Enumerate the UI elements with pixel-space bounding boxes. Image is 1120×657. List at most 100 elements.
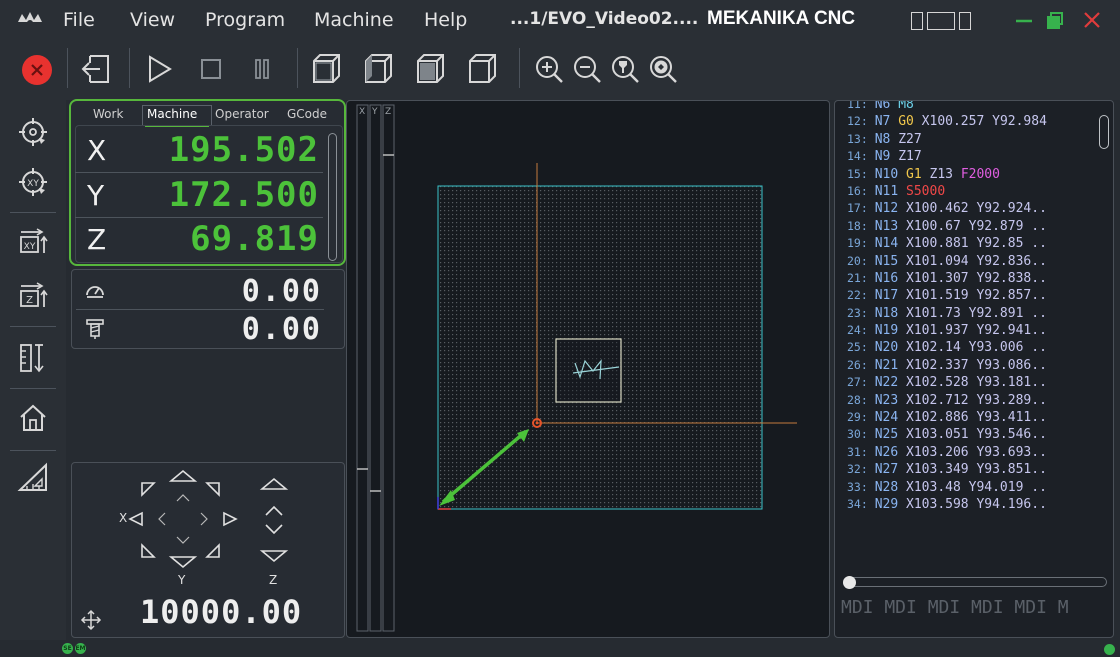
- dro-scrollbar[interactable]: [328, 133, 337, 261]
- menu-file[interactable]: File: [63, 9, 95, 31]
- gcode-line[interactable]: 29: N24 X102.886 Y93.411..: [847, 410, 1093, 427]
- gcode-line[interactable]: 33: N28 X103.48 Y94.019 ..: [847, 480, 1093, 497]
- gcode-line[interactable]: 30: N25 X103.051 Y93.546..: [847, 427, 1093, 444]
- toolpath-view[interactable]: X Y Z: [346, 100, 830, 638]
- toolpath-canvas[interactable]: [347, 101, 829, 637]
- restore-icon[interactable]: [1044, 8, 1068, 32]
- gcode-line[interactable]: 34: N29 X103.598 Y94.196..: [847, 497, 1093, 514]
- layout-center-button[interactable]: [927, 12, 955, 30]
- gcode-token: N15: [874, 253, 907, 269]
- zoom-in-icon[interactable]: [532, 52, 566, 86]
- home-icon[interactable]: [17, 402, 49, 434]
- tab-gcode[interactable]: GCode: [287, 107, 327, 121]
- gcode-line[interactable]: 26: N21 X102.337 Y93.086..: [847, 358, 1093, 375]
- tab-machine[interactable]: Machine: [147, 107, 197, 121]
- gcode-line[interactable]: 25: N20 X102.14 Y93.006 ..: [847, 340, 1093, 357]
- gcode-line-number: 17:: [847, 201, 875, 216]
- gcode-line[interactable]: 17: N12 X100.462 Y92.924..: [847, 201, 1093, 218]
- zoom-out-icon[interactable]: [570, 52, 604, 86]
- feed-rate-row: 0.00: [72, 272, 344, 310]
- close-icon[interactable]: [1080, 8, 1104, 32]
- pause-icon[interactable]: [245, 52, 279, 86]
- stop-icon[interactable]: [194, 52, 228, 86]
- gcode-line[interactable]: 21: N16 X101.307 Y92.838..: [847, 271, 1093, 288]
- mdi-input[interactable]: MDI MDI MDI MDI MDI M: [841, 597, 1111, 618]
- gcode-line-number: 34:: [847, 496, 875, 511]
- zoom-fit-icon[interactable]: [646, 52, 680, 86]
- gcode-line[interactable]: 12: N7 G0 X100.257 Y92.984: [847, 114, 1093, 131]
- axis-row-y[interactable]: Y 172.500: [75, 174, 323, 218]
- zoom-tool-icon[interactable]: [608, 52, 642, 86]
- gcode-line[interactable]: 16: N11 S5000: [847, 184, 1093, 201]
- minimize-icon[interactable]: [1012, 8, 1036, 32]
- jog-zminus-button[interactable]: [259, 550, 289, 563]
- gcode-line[interactable]: 31: N26 X103.206 Y93.693..: [847, 445, 1093, 462]
- menu-help[interactable]: Help: [424, 9, 467, 31]
- view-front-icon[interactable]: [361, 52, 395, 86]
- layout-right-button[interactable]: [959, 12, 971, 30]
- gcode-list[interactable]: 11: N6 M8 12: N7 G0 X100.257 Y92.984 13: N…: [847, 101, 1093, 579]
- gcode-token: N7: [874, 114, 899, 130]
- tab-operator[interactable]: Operator: [215, 107, 269, 121]
- zero-xy-icon[interactable]: XY: [17, 226, 49, 258]
- zero-z-icon[interactable]: Z: [17, 280, 49, 312]
- gcode-token: N21: [874, 357, 907, 373]
- probe-xy-icon[interactable]: XY: [17, 166, 49, 198]
- play-icon[interactable]: [142, 52, 176, 86]
- gcode-line[interactable]: 19: N14 X100.881 Y92.85 ..: [847, 236, 1093, 253]
- jog-step-value[interactable]: 10000.00: [140, 593, 302, 631]
- tool-length-icon[interactable]: [17, 342, 49, 374]
- menu-machine[interactable]: Machine: [314, 9, 394, 31]
- jog-xplus-button[interactable]: [223, 511, 238, 527]
- axis-row-z[interactable]: Z 69.819: [75, 218, 323, 262]
- menu-program[interactable]: Program: [205, 9, 285, 31]
- gcode-line[interactable]: 18: N13 X100.67 Y92.879 ..: [847, 219, 1093, 236]
- gcode-line[interactable]: 28: N23 X102.712 Y93.289..: [847, 393, 1093, 410]
- jog-xplus-yplus-button[interactable]: [205, 482, 220, 497]
- jog-z-label: Z: [269, 573, 278, 587]
- menu-view[interactable]: View: [130, 9, 175, 31]
- jog-zplus-button[interactable]: [259, 477, 289, 490]
- gcode-line[interactable]: 13: N8 Z27: [847, 132, 1093, 149]
- gcode-horizontal-scrollbar[interactable]: [843, 576, 1107, 589]
- gcode-token: X100.462 Y92.924..: [906, 201, 1047, 217]
- gcode-line[interactable]: 23: N18 X101.73 Y92.891 ..: [847, 306, 1093, 323]
- axis-row-x[interactable]: X 195.502: [75, 129, 323, 173]
- gcode-line[interactable]: 11: N6 M8: [847, 101, 1093, 114]
- gcode-line[interactable]: 14: N9 Z17: [847, 149, 1093, 166]
- gcode-token: G1: [906, 166, 930, 182]
- gcode-vertical-scrollbar[interactable]: [1099, 115, 1109, 149]
- jog-xminus-yplus-button[interactable]: [141, 482, 156, 497]
- jog-yplus-button[interactable]: [168, 469, 198, 482]
- measure-icon[interactable]: [17, 462, 49, 494]
- jog-z-step-button[interactable]: [265, 505, 283, 535]
- jog-y-label: Y: [178, 573, 186, 587]
- probe-center-icon[interactable]: [17, 116, 49, 148]
- jog-xplus-yminus-button[interactable]: [205, 543, 220, 558]
- gcode-line-number: 25:: [847, 340, 875, 355]
- dro-panel: Work Machine Operator GCode X 195.502 Y …: [69, 99, 346, 266]
- gcode-line-number: 31:: [847, 444, 875, 459]
- gcode-scroll-thumb[interactable]: [843, 576, 856, 589]
- view-iso-icon[interactable]: [309, 52, 343, 86]
- spindle-speed-value: 0.00: [241, 312, 322, 347]
- gcode-token: X102.14 Y93.006 ..: [906, 340, 1047, 356]
- view-side-icon[interactable]: [465, 52, 499, 86]
- exit-icon[interactable]: [80, 52, 114, 86]
- left-tool-column: XY XY Z: [0, 100, 66, 640]
- gcode-line[interactable]: 20: N15 X101.094 Y92.836..: [847, 254, 1093, 271]
- gcode-line[interactable]: 22: N17 X101.519 Y92.857..: [847, 288, 1093, 305]
- emergency-stop-icon[interactable]: [20, 53, 54, 87]
- tab-work[interactable]: Work: [93, 107, 123, 121]
- layout-left-button[interactable]: [911, 12, 923, 30]
- jog-xminus-yminus-button[interactable]: [141, 543, 156, 558]
- status-bar: SE EM: [0, 640, 1120, 657]
- gcode-line[interactable]: 24: N19 X101.937 Y92.941..: [847, 323, 1093, 340]
- gcode-line[interactable]: 32: N27 X103.349 Y93.851..: [847, 462, 1093, 479]
- jog-xminus-button[interactable]: [128, 511, 143, 527]
- gcode-line[interactable]: 27: N22 X102.528 Y93.181..: [847, 375, 1093, 392]
- jog-yminus-button[interactable]: [168, 556, 198, 569]
- gcode-token: N6: [874, 101, 899, 112]
- gcode-line[interactable]: 15: N10 G1 Z13 F2000: [847, 167, 1093, 184]
- view-top-icon[interactable]: [413, 52, 447, 86]
